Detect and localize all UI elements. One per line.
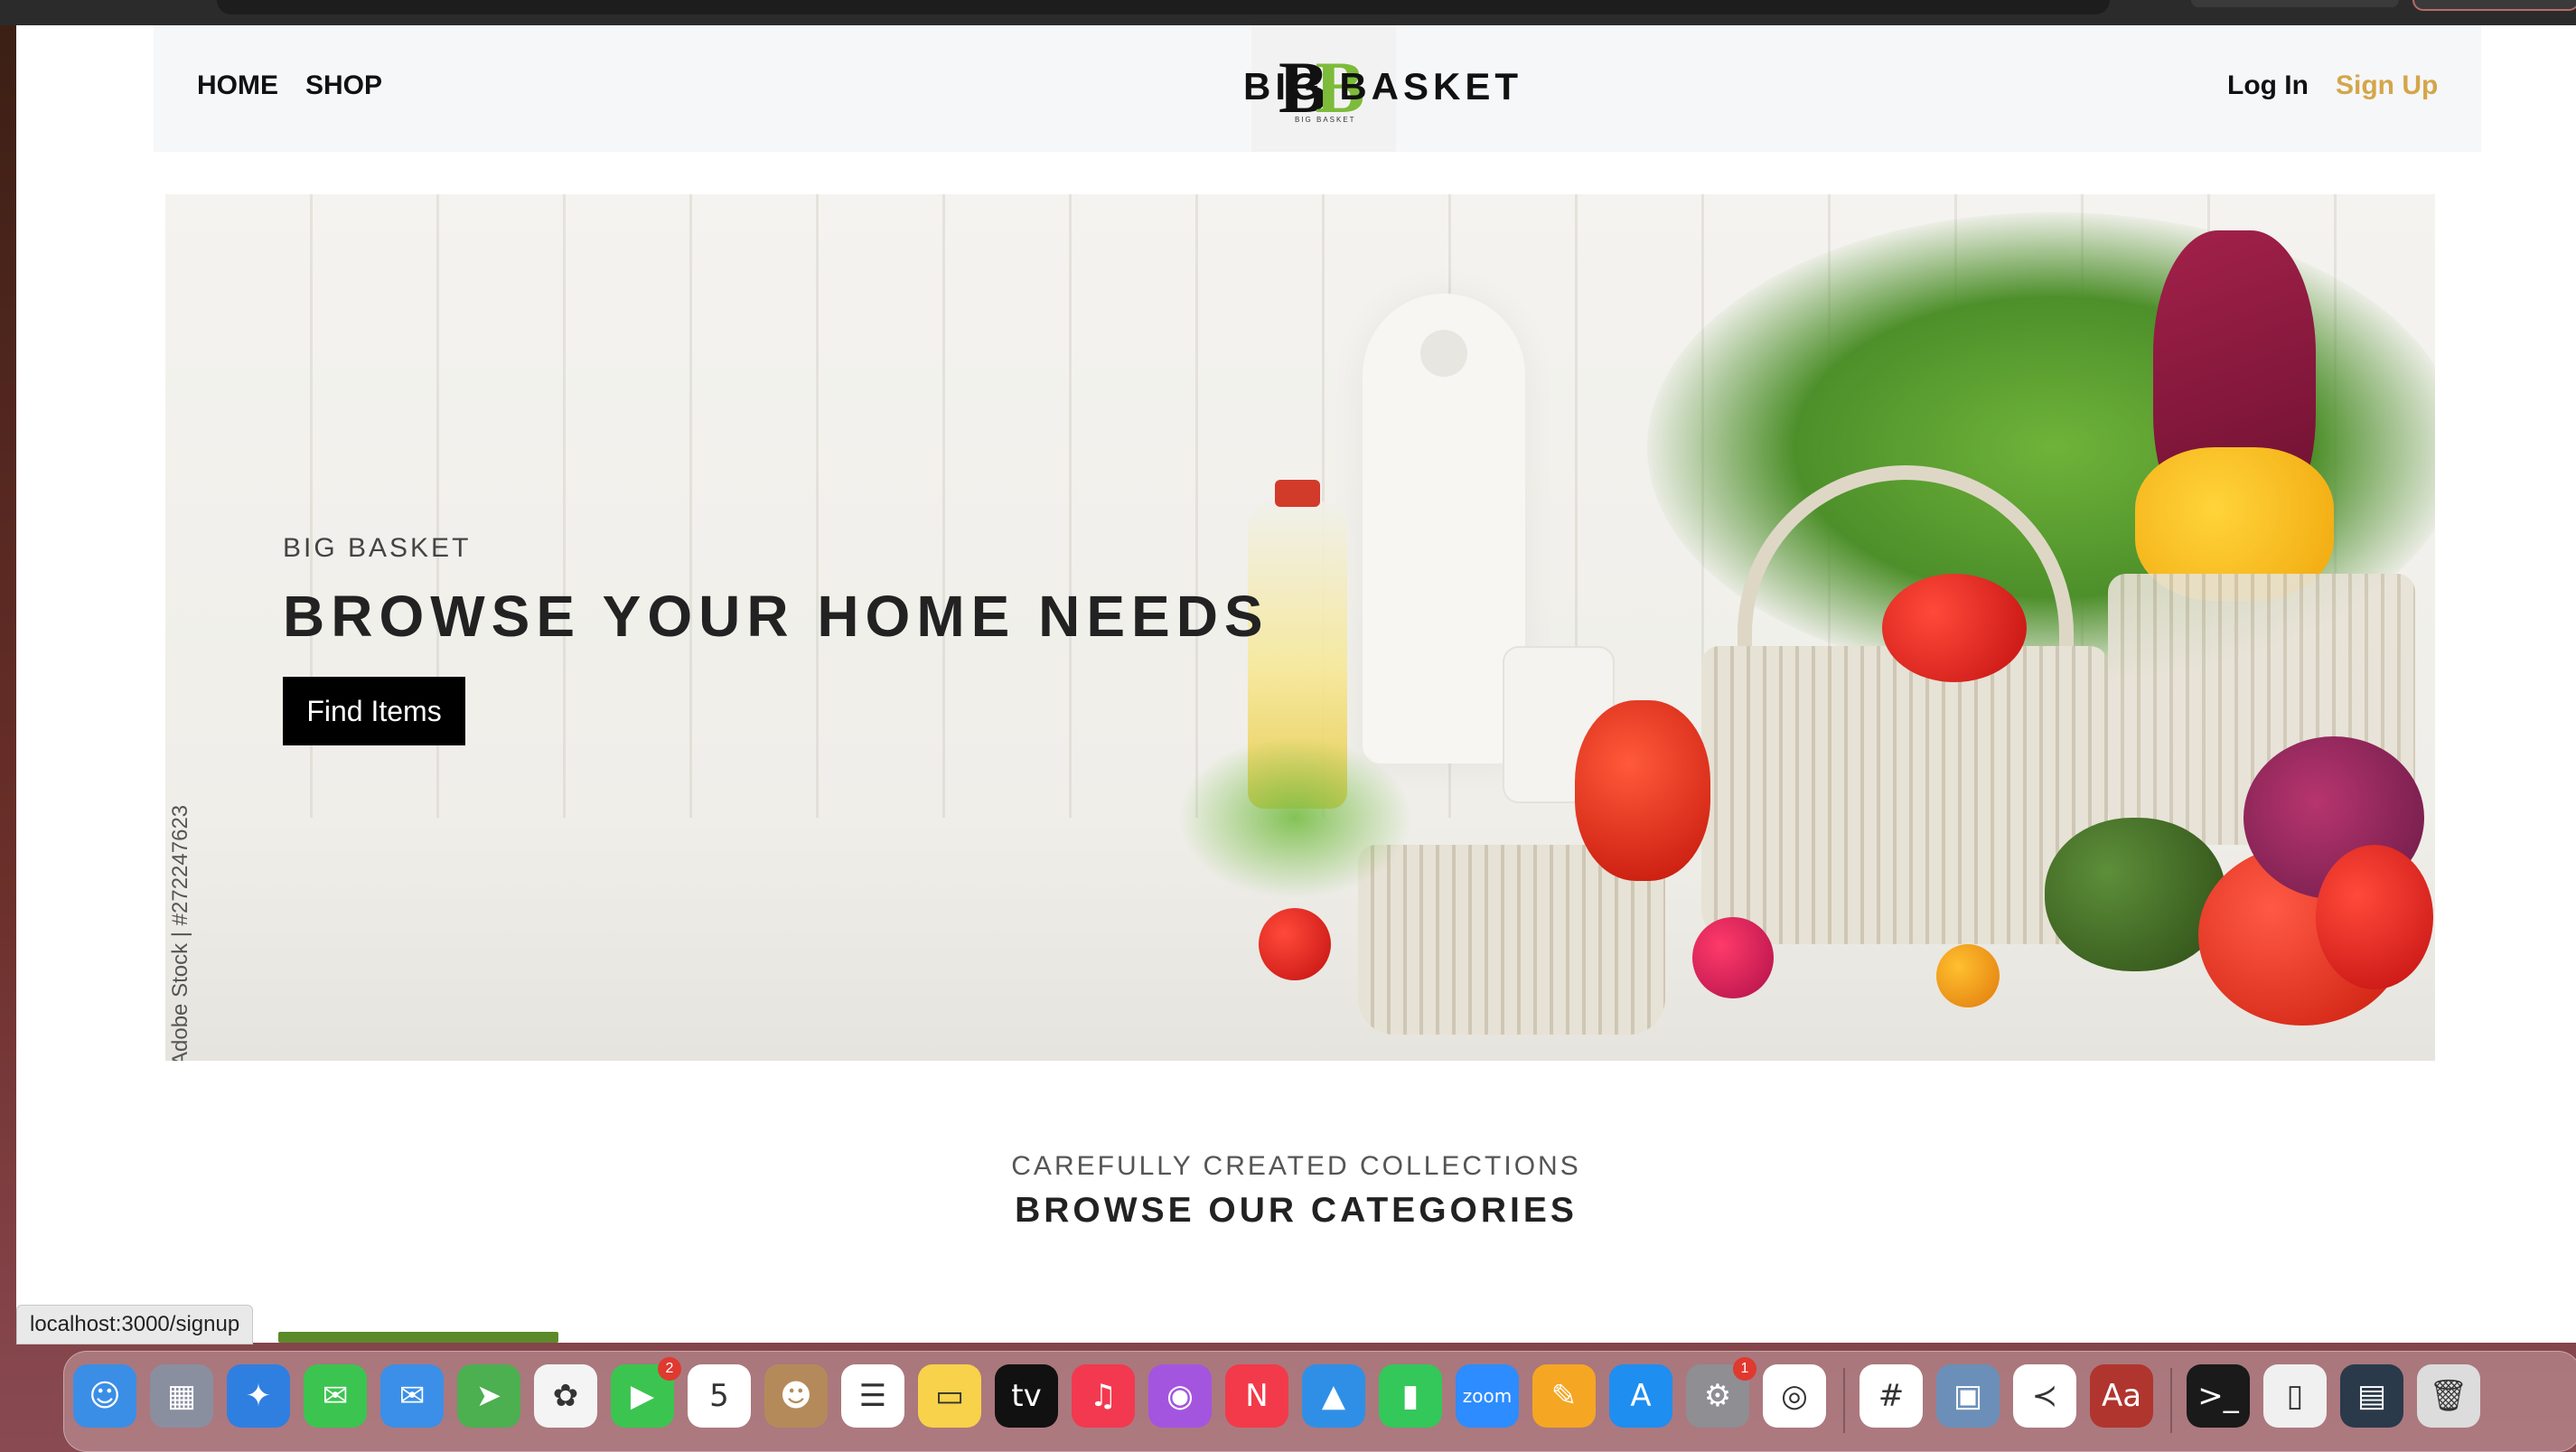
podcasts-icon[interactable]: ◉ [1148,1364,1212,1428]
small-tomato-image [1259,908,1331,980]
tomato-image [1882,574,2027,682]
profile-button[interactable] [2191,0,2399,7]
notes-icon[interactable]: ▭ [918,1364,981,1428]
trash-icon[interactable]: 🗑 [2417,1364,2480,1428]
hero-eyebrow: BIG BASKET [283,533,472,563]
finder-icon[interactable]: ☺ [73,1364,136,1428]
apple-tv-icon[interactable]: tv [995,1364,1058,1428]
pages-icon[interactable]: ✎ [1532,1364,1596,1428]
chrome-icon[interactable]: ◎ [1763,1364,1826,1428]
category-card-peek[interactable] [278,1332,558,1343]
notification-badge: 1 [1733,1357,1756,1381]
mail-icon[interactable]: ✉ [380,1364,444,1428]
reminders-icon[interactable]: ☰ [841,1364,904,1428]
photos-icon[interactable]: ✿ [534,1364,597,1428]
hero-banner: BIG BASKET BROWSE YOUR HOME NEEDS Find I… [165,194,2435,1061]
red-pepper-image [1575,700,1710,881]
safari-icon[interactable]: ✦ [227,1364,290,1428]
window-thumbnail-icon[interactable]: ▤ [2340,1364,2403,1428]
logo-tagline: BIG BASKET [1295,116,1356,124]
zoom-icon[interactable]: zoom [1456,1364,1519,1428]
radish-image [1692,917,1774,998]
dock-separator [2170,1368,2172,1433]
section-title: BROWSE OUR CATEGORIES [1015,1191,1578,1230]
nav-link-shop[interactable]: SHOP [305,70,382,101]
notification-badge: 2 [658,1357,681,1381]
news-icon[interactable]: N [1225,1364,1288,1428]
hero-headline: BROWSE YOUR HOME NEEDS [283,584,1269,649]
preview-icon[interactable]: ▣ [1936,1364,2000,1428]
system-preferences-icon[interactable]: ⚙ 1 [1686,1357,1756,1428]
address-bar[interactable] [217,0,2110,14]
calendar-icon[interactable]: 5 [688,1364,751,1428]
numbers-icon[interactable]: ▮ [1379,1364,1442,1428]
tomato-right-image [2316,845,2433,989]
app-store-icon[interactable]: A [1609,1364,1672,1428]
browser-action-button[interactable] [2412,0,2576,11]
signup-link[interactable]: Sign Up [2336,70,2438,101]
vscode-icon[interactable]: ≺ [2013,1364,2076,1428]
login-link[interactable]: Log In [2227,70,2309,101]
avocado-image [2045,818,2225,971]
messages-icon[interactable]: ✉ [304,1364,367,1428]
music-icon[interactable]: ♫ [1072,1364,1135,1428]
facetime-icon[interactable]: ▶ 2 [611,1357,681,1428]
launchpad-icon[interactable]: ▦ [150,1364,213,1428]
nav-link-home[interactable]: HOME [197,70,278,101]
terminal-icon[interactable]: >_ [2187,1364,2250,1428]
maps-icon[interactable]: ➤ [457,1364,520,1428]
section-eyebrow: CAREFULLY CREATED COLLECTIONS [1011,1151,1581,1181]
dock-separator [1843,1368,1845,1433]
image-credit: Adobe Stock | #272247623 [168,804,192,1061]
slack-icon[interactable]: # [1859,1364,1923,1428]
contacts-icon[interactable]: ☻ [764,1364,828,1428]
dictionary-icon[interactable]: Aa [2090,1364,2153,1428]
brand-name: BIG BASKET [1243,65,1523,108]
keynote-icon[interactable]: ▲ [1302,1364,1365,1428]
browser-top-strip [0,0,2576,25]
archive-icon[interactable]: ▯ [2263,1364,2327,1428]
browser-viewport: HOME SHOP BB BIG BASKET BIG BASKET Log I… [16,25,2576,1343]
link-status-bar: localhost:3000/signup [16,1305,254,1344]
cherry-tomato-image [1936,944,2000,1007]
site-navbar: HOME SHOP BB BIG BASKET BIG BASKET Log I… [154,25,2481,152]
macos-dock: ☺ ▦ ✦ ✉ ✉ ➤ ✿ ▶ 2 5 ☻ ☰ ▭ tv ♫ ◉ N ▲ ▮ zoom ✎ A ⚙ 1 ◎ # ▣ ≺ Aa >_ ▯ ▤ 🗑 [63,1351,2576,1452]
find-items-button[interactable]: Find Items [283,677,465,745]
herbs-image [1177,736,1412,899]
cutting-board-image [1363,294,1525,763]
